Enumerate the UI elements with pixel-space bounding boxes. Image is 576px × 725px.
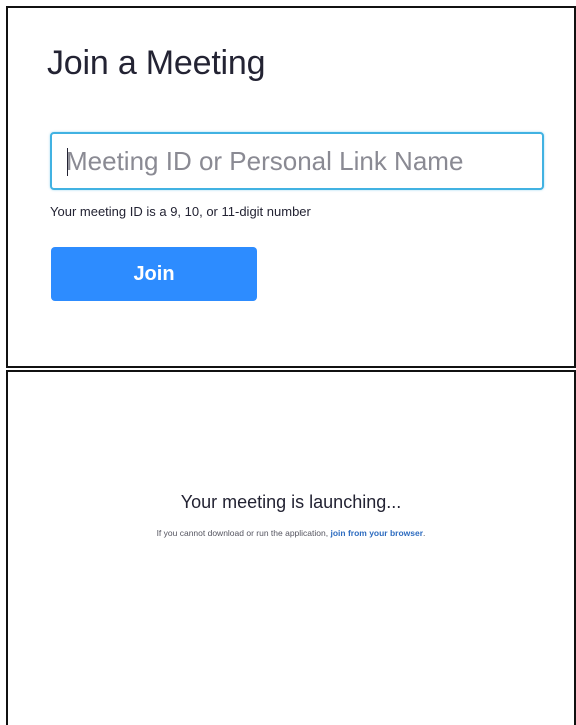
join-from-browser-link[interactable]: join from your browser [330, 528, 423, 538]
join-button[interactable]: Join [51, 247, 257, 301]
page-title: Join a Meeting [47, 44, 266, 82]
launching-help-text: If you cannot download or run the applic… [8, 528, 574, 538]
meeting-id-hint: Your meeting ID is a 9, 10, or 11-digit … [50, 204, 311, 219]
join-meeting-panel: Join a Meeting Your meeting ID is a 9, 1… [6, 6, 576, 368]
launching-help-suffix: . [423, 528, 426, 538]
launching-help-prefix: If you cannot download or run the applic… [156, 528, 331, 538]
meeting-id-input[interactable] [50, 132, 544, 190]
launching-title: Your meeting is launching... [180, 492, 402, 512]
text-cursor [67, 148, 68, 176]
launching-panel: Your meeting is launching... If you cann… [6, 370, 576, 725]
page: Join a Meeting Your meeting ID is a 9, 1… [0, 0, 576, 725]
